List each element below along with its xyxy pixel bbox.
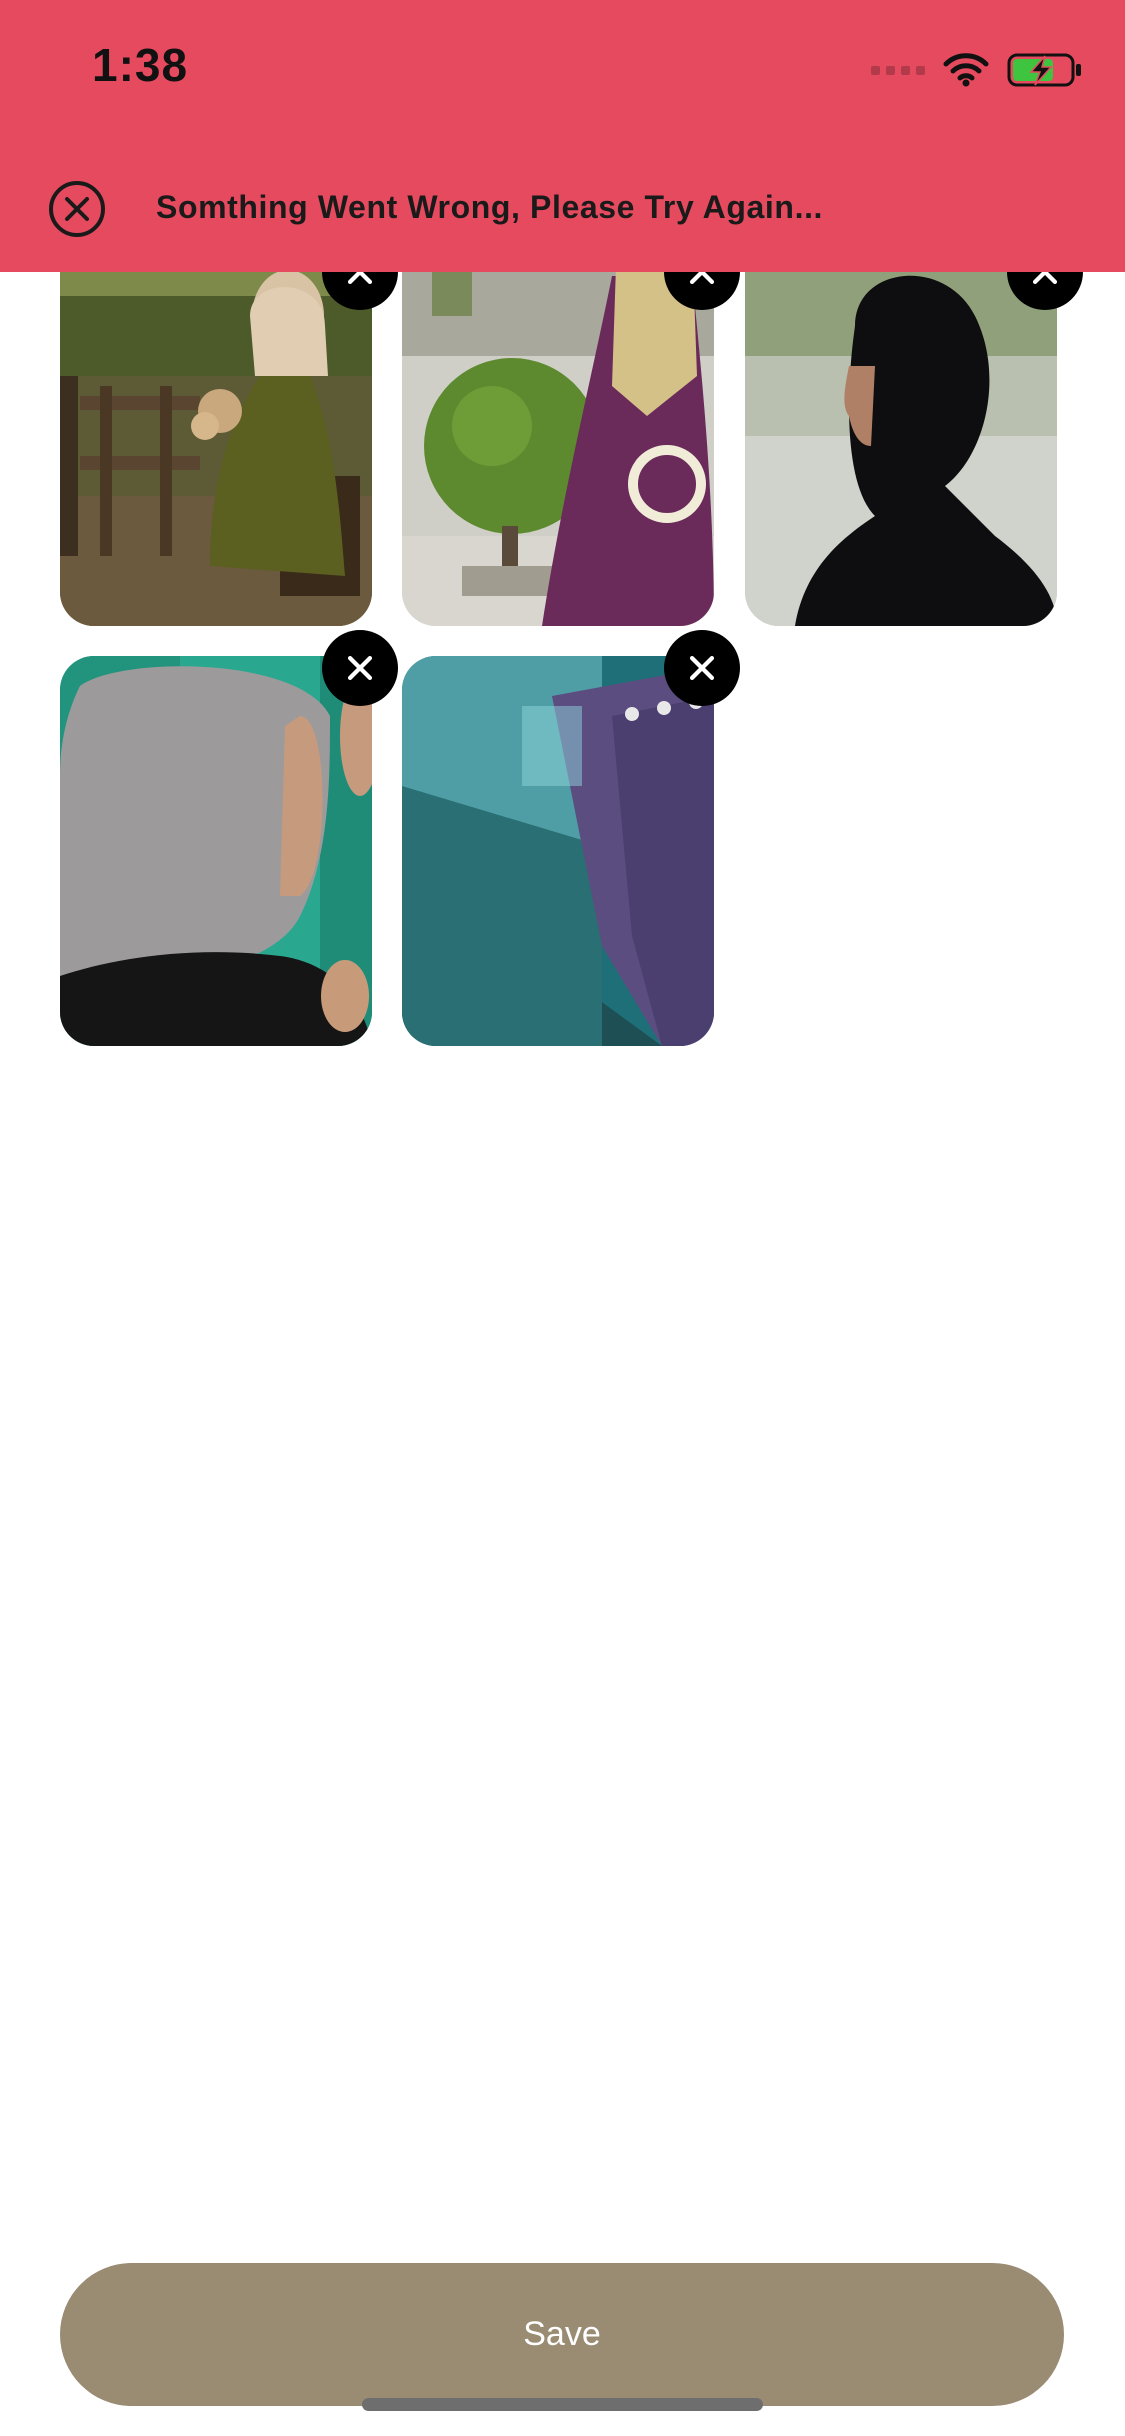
photo-woman-purple-dress-icon (402, 236, 714, 626)
battery-charging-icon (1007, 53, 1081, 87)
photo-item-2[interactable] (402, 236, 714, 626)
photo-item-3[interactable] (745, 236, 1057, 626)
x-icon (347, 655, 373, 681)
photo-woman-olive-dress-icon (60, 236, 372, 626)
photo-item-1[interactable] (60, 236, 372, 626)
photo-item-4[interactable] (60, 656, 372, 1046)
circle-x-icon (49, 181, 105, 237)
remove-photo-5-button[interactable] (664, 630, 740, 706)
x-icon (689, 655, 715, 681)
error-banner: 1:38 Somthing Went Wrong, Please Try Aga… (0, 0, 1125, 272)
error-message: Somthing Went Wrong, Please Try Again... (156, 189, 824, 225)
save-button[interactable]: Save (60, 2263, 1064, 2406)
wifi-icon (943, 53, 989, 87)
photo-curtain-wall-icon (402, 656, 714, 1046)
photo-woman-black-hijab-icon (745, 236, 1057, 626)
cellular-signal-icon (871, 65, 925, 75)
status-icons (871, 48, 1083, 92)
photo-item-5[interactable] (402, 656, 714, 1046)
status-time: 1:38 (92, 39, 189, 91)
photo-edit-screen: 1:38 Somthing Went Wrong, Please Try Aga… (0, 0, 1125, 2436)
photo-woman-grey-hijab-icon (60, 656, 372, 1046)
home-indicator (362, 2398, 763, 2411)
remove-photo-4-button[interactable] (322, 630, 398, 706)
close-banner-button[interactable] (48, 180, 106, 238)
